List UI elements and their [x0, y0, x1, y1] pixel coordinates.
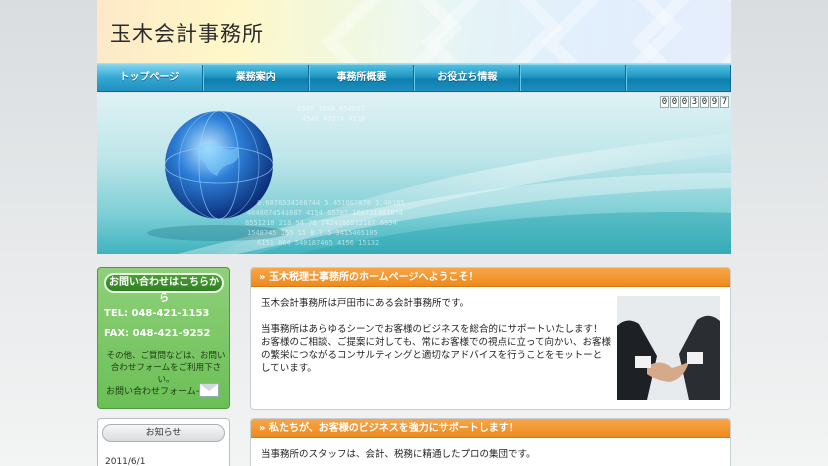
- hero-graphic: 0.6876534168744 5.451067878 1.48185 4648…: [147, 105, 731, 254]
- fax-number: FAX: 048-421-9252: [104, 328, 211, 339]
- counter-digit: 0: [670, 96, 679, 108]
- double-chevron-icon: »: [259, 423, 266, 434]
- counter-digit: 7: [720, 96, 729, 108]
- visitor-counter: 0 0 0 3 0 9 7: [660, 96, 729, 108]
- welcome-intro: 玉木会計事務所は戸田市にある会計事務所です。: [261, 298, 470, 309]
- counter-digit: 3: [690, 96, 699, 108]
- news-heading: お知らせ: [102, 424, 225, 442]
- nav-empty-slot: [626, 65, 731, 91]
- contact-panel: お問い合わせはこちらから TEL: 048-421-1153 FAX: 048-…: [97, 267, 230, 409]
- news-panel: お知らせ 2011/6/1: [97, 418, 230, 466]
- counter-digit: 9: [710, 96, 719, 108]
- site-title[interactable]: 玉木会計事務所: [110, 18, 264, 48]
- support-text: 当事務所のスタッフは、会計、税務に精通したプロの集団です。: [261, 449, 536, 460]
- welcome-title: 玉木税理士事務所のホームページへようこそ！: [268, 272, 479, 283]
- site-header: 玉木会計事務所: [97, 0, 731, 64]
- news-date: 2011/6/1: [105, 457, 146, 466]
- svg-text:1548745 165 15 8 7 5 341546510: 1548745 165 15 8 7 5 3415465105: [247, 229, 378, 237]
- hero-banner: 0.6876534168744 5.451067878 1.48185 4648…: [97, 93, 731, 254]
- contact-form-link[interactable]: お問い合わせフォーム→: [106, 384, 203, 397]
- nav-top[interactable]: トップページ: [97, 65, 203, 91]
- support-heading: » 私たちが、お客様のビジネスを強力にサポートします！: [251, 419, 730, 438]
- tel-number: TEL: 048-421-1153: [104, 308, 210, 319]
- page-wrapper: 玉木会計事務所 トップページ 業務案内 事務所概要 お役立ち情報 0.68765…: [97, 0, 731, 466]
- counter-digit: 0: [660, 96, 669, 108]
- mail-icon[interactable]: [199, 383, 219, 397]
- welcome-box: » 玉木税理士事務所のホームページへようこそ！ 玉木会計事務所は戸田市にある会計…: [250, 267, 731, 410]
- counter-digit: 0: [700, 96, 709, 108]
- nav-services[interactable]: 業務案内: [202, 65, 309, 91]
- support-title: 私たちが、お客様のビジネスを強力にサポートします！: [268, 423, 519, 434]
- svg-text:4548 47874 4518: 4548 47874 4518: [302, 115, 365, 123]
- handshake-image: [617, 296, 720, 400]
- svg-text:6151 864 540187465 4156 15132: 6151 864 540187465 4156 15132: [257, 239, 379, 247]
- svg-text:8551218 218 54 78 742418651218: 8551218 218 54 78 7424186512187 6534: [245, 219, 397, 227]
- svg-text:8545 1654 654587: 8545 1654 654587: [297, 105, 364, 113]
- welcome-heading: » 玉木税理士事務所のホームページへようこそ！: [251, 268, 730, 287]
- main-nav: トップページ 業務案内 事務所概要 お役立ち情報: [97, 64, 731, 92]
- double-chevron-icon: »: [259, 272, 266, 283]
- welcome-text: 当事務所はあらゆるシーンでお客様のビジネスを総合的にサポートいたします！お客様の…: [261, 324, 611, 374]
- nav-useful-info[interactable]: お役立ち情報: [414, 65, 521, 91]
- contact-note: その他、ご質問などは、お問い合わせフォームをご利用下さい。: [106, 351, 226, 385]
- svg-text:4648674541687 4154 65787 16873: 4648674541687 4154 65787 168731481874: [247, 209, 403, 217]
- support-body: 当事務所のスタッフは、会計、税務に精通したプロの集団です。: [251, 438, 730, 466]
- support-box: » 私たちが、お客様のビジネスを強力にサポートします！ 当事務所のスタッフは、会…: [250, 418, 731, 466]
- nav-office[interactable]: 事務所概要: [308, 65, 415, 91]
- contact-button[interactable]: お問い合わせはこちらから: [104, 273, 224, 304]
- nav-empty-slot: [520, 65, 627, 91]
- svg-text:0.6876534168744 5.451067878 1.: 0.6876534168744 5.451067878 1.48185: [257, 199, 405, 207]
- counter-digit: 0: [680, 96, 689, 108]
